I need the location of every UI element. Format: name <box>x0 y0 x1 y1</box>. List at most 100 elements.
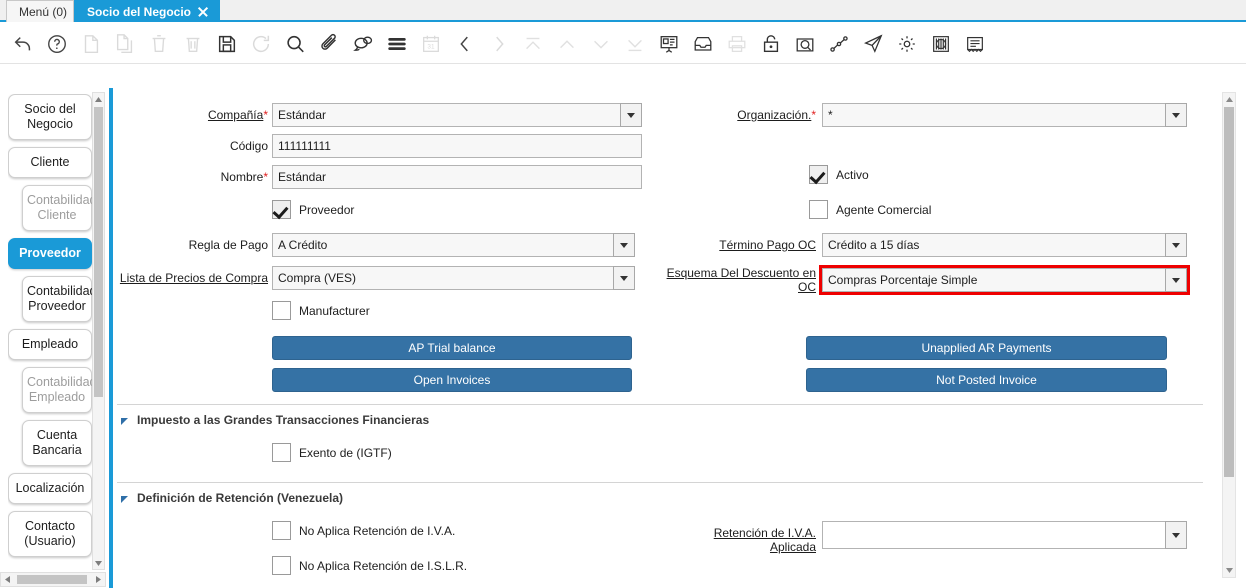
termino-pago-oc-select[interactable]: Crédito a 15 días <box>822 233 1187 257</box>
report-icon[interactable] <box>652 27 686 61</box>
chevron-down-icon[interactable] <box>613 266 635 290</box>
scroll-up-icon[interactable] <box>1224 93 1235 106</box>
search-icon[interactable] <box>278 27 312 61</box>
sidebar-item-proveedor[interactable]: Proveedor <box>8 238 92 269</box>
sidebar-item-cliente[interactable]: Cliente <box>8 147 92 178</box>
undo-icon[interactable] <box>6 27 40 61</box>
organizacion-value: * <box>828 108 833 122</box>
checkbox-proveedor-box[interactable] <box>272 200 291 219</box>
page-down-icon[interactable] <box>584 27 618 61</box>
chevron-down-icon[interactable] <box>1165 521 1187 549</box>
delete-icon[interactable] <box>142 27 176 61</box>
sidebar-item-empleado[interactable]: Empleado <box>8 329 92 360</box>
attachment-icon[interactable] <box>312 27 346 61</box>
send-icon[interactable] <box>856 27 890 61</box>
sidebar-horizontal-scrollbar[interactable] <box>0 572 106 587</box>
chevron-down-icon[interactable] <box>620 103 642 127</box>
collapse-triangle-icon[interactable] <box>121 496 128 503</box>
field-compania: Compañía* Estándar <box>113 103 642 127</box>
codigo-value: 111111111 <box>278 139 331 153</box>
checkbox-agente-comercial-box[interactable] <box>809 200 828 219</box>
not-posted-invoice-label: Not Posted Invoice <box>936 373 1037 387</box>
compania-select[interactable]: Estándar <box>272 103 642 127</box>
checkbox-manufacturer[interactable]: Manufacturer <box>272 301 370 320</box>
checkbox-proveedor[interactable]: Proveedor <box>272 200 354 219</box>
checkbox-activo[interactable]: Activo <box>809 165 869 184</box>
calendar-icon[interactable]: 31 <box>414 27 448 61</box>
field-lista-precios-compra: Lista de Precios de Compra Compra (VES) <box>113 266 635 290</box>
copy-record-icon[interactable] <box>108 27 142 61</box>
checkbox-no-aplica-retencion-islr[interactable]: No Aplica Retención de I.S.L.R. <box>272 556 467 575</box>
retencion-iva-aplicada-select[interactable] <box>822 521 1187 549</box>
organizacion-select[interactable]: * <box>822 103 1187 127</box>
section-header-retencion[interactable]: Definición de Retención (Venezuela) <box>121 491 343 505</box>
sidebar-item-socio-del-negocio[interactable]: Socio del Negocio <box>8 94 92 140</box>
help-icon[interactable] <box>40 27 74 61</box>
codigo-input[interactable]: 111111111 <box>272 134 642 158</box>
sidebar-item-localizacion[interactable]: Localización <box>8 473 92 504</box>
checkbox-exento-igtf-box[interactable] <box>272 443 291 462</box>
barcode-icon[interactable] <box>924 27 958 61</box>
checkbox-no-aplica-retencion-islr-box[interactable] <box>272 556 291 575</box>
delete-selection-icon[interactable] <box>176 27 210 61</box>
sidebar-item-contabilidad-proveedor[interactable]: Contabilidad Proveedor <box>22 276 92 322</box>
sidebar-hscroll-thumb[interactable] <box>17 575 87 584</box>
zoom-across-icon[interactable] <box>788 27 822 61</box>
nombre-input[interactable]: Estándar <box>272 165 642 189</box>
sidebar-item-contabilidad-empleado[interactable]: Contabilidad Empleado <box>22 367 92 413</box>
checkbox-manufacturer-box[interactable] <box>272 301 291 320</box>
checkbox-no-aplica-retencion-iva-box[interactable] <box>272 521 291 540</box>
unapplied-ar-payments-button[interactable]: Unapplied AR Payments <box>806 336 1167 360</box>
archive-icon[interactable] <box>686 27 720 61</box>
lock-icon[interactable] <box>754 27 788 61</box>
chevron-down-icon[interactable] <box>613 233 635 257</box>
sidebar-item-cuenta-bancaria[interactable]: Cuenta Bancaria <box>22 420 92 466</box>
not-posted-invoice-button[interactable]: Not Posted Invoice <box>806 368 1167 392</box>
open-invoices-button[interactable]: Open Invoices <box>272 368 632 392</box>
ap-trial-balance-button[interactable]: AP Trial balance <box>272 336 632 360</box>
checkbox-no-aplica-retencion-iva-label: No Aplica Retención de I.V.A. <box>299 524 455 538</box>
collapse-triangle-icon[interactable] <box>121 418 128 425</box>
scroll-right-icon[interactable] <box>93 574 104 585</box>
lista-precios-compra-select[interactable]: Compra (VES) <box>272 266 635 290</box>
checkbox-activo-box[interactable] <box>809 165 828 184</box>
scroll-up-icon[interactable] <box>93 93 104 106</box>
scroll-left-icon[interactable] <box>2 574 13 585</box>
scroll-down-icon[interactable] <box>93 557 104 570</box>
section-header-igtf[interactable]: Impuesto a las Grandes Transacciones Fin… <box>121 413 429 427</box>
form-scroll-thumb[interactable] <box>1224 107 1234 477</box>
first-record-icon[interactable] <box>516 27 550 61</box>
compania-value: Estándar <box>278 108 326 122</box>
tab-menu-label: Menú (0) <box>19 5 67 19</box>
sidebar-item-contabilidad-cliente[interactable]: Contabilidad Cliente <box>22 185 92 231</box>
print-icon[interactable] <box>720 27 754 61</box>
checkbox-exento-igtf[interactable]: Exento de (IGTF) <box>272 443 392 462</box>
last-record-icon[interactable] <box>618 27 652 61</box>
sidebar-scroll-thumb[interactable] <box>94 107 103 397</box>
workflow-icon[interactable] <box>822 27 856 61</box>
refresh-icon[interactable] <box>244 27 278 61</box>
close-icon[interactable] <box>197 6 209 18</box>
esquema-descuento-oc-select[interactable]: Compras Porcentaje Simple <box>822 268 1187 292</box>
sidebar-item-contacto-usuario[interactable]: Contacto (Usuario) <box>8 511 92 557</box>
page-up-icon[interactable] <box>550 27 584 61</box>
form-icon[interactable] <box>958 27 992 61</box>
grid-toggle-icon[interactable] <box>380 27 414 61</box>
chevron-down-icon[interactable] <box>1165 233 1187 257</box>
previous-record-icon[interactable] <box>448 27 482 61</box>
sidebar-vertical-scrollbar[interactable] <box>92 92 105 570</box>
save-icon[interactable] <box>210 27 244 61</box>
gear-icon[interactable] <box>890 27 924 61</box>
chevron-down-icon[interactable] <box>1165 268 1187 292</box>
checkbox-agente-comercial[interactable]: Agente Comercial <box>809 200 931 219</box>
regla-de-pago-select[interactable]: A Crédito <box>272 233 635 257</box>
scroll-down-icon[interactable] <box>1224 564 1235 577</box>
tab-socio-del-negocio[interactable]: Socio del Negocio <box>74 0 220 22</box>
chat-icon[interactable] <box>346 27 380 61</box>
new-record-icon[interactable] <box>74 27 108 61</box>
next-record-icon[interactable] <box>482 27 516 61</box>
chevron-down-icon[interactable] <box>1165 103 1187 127</box>
tab-menu[interactable]: Menú (0) <box>6 0 74 22</box>
checkbox-no-aplica-retencion-iva[interactable]: No Aplica Retención de I.V.A. <box>272 521 455 540</box>
form-vertical-scrollbar[interactable] <box>1222 92 1236 578</box>
